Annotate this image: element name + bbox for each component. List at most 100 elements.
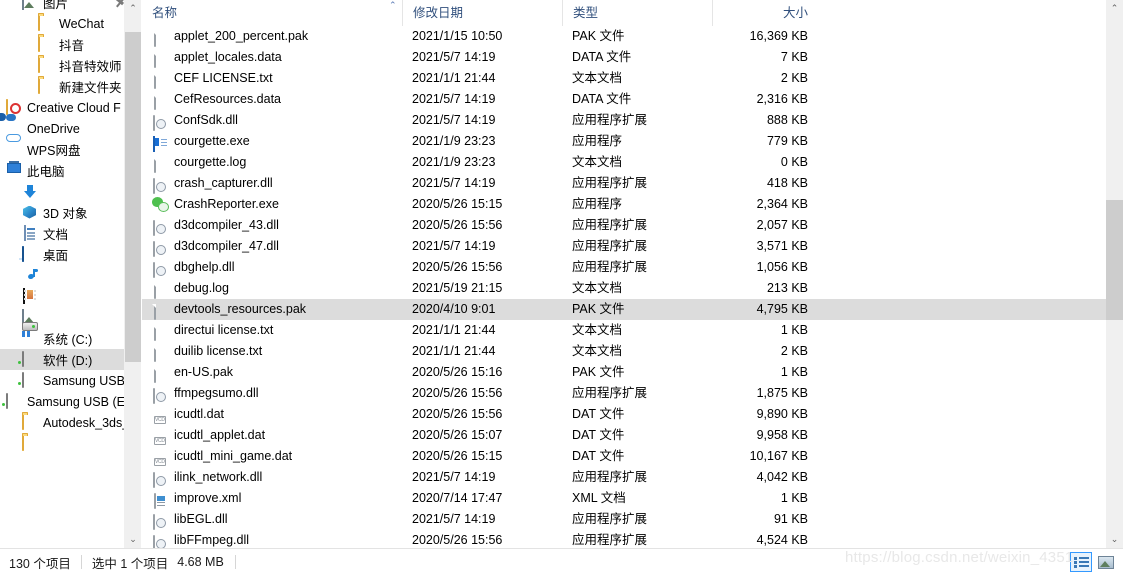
table-row[interactable]: libEGL.dll 2021/5/7 14:19 应用程序扩展 91 KB [142, 509, 1123, 530]
table-row[interactable]: courgette.log 2021/1/9 23:23 文本文档 0 KB [142, 152, 1123, 173]
nav-scroll-down-button[interactable]: ⌄ [125, 531, 141, 548]
file-name-cell[interactable]: ConfSdk.dll [142, 110, 402, 131]
file-name-cell[interactable]: libEGL.dll [142, 509, 402, 530]
table-row[interactable]: CefResources.data 2021/5/7 14:19 DATA 文件 2,… [142, 89, 1123, 110]
table-row[interactable]: applet_200_percent.pak 2021/1/15 10:50 PAK… [142, 26, 1123, 47]
file-list-pane[interactable]: 名称 修改日期 类型 大小 ⌃ applet_200_percent.pak 20… [141, 0, 1123, 548]
file-size-cell: 2,057 KB [756, 218, 808, 232]
table-row[interactable]: directui license.txt 2021/1/1 21:44 文本文档 1 … [142, 320, 1123, 341]
file-name-cell[interactable]: applet_200_percent.pak [142, 26, 402, 47]
table-row[interactable]: crash_capturer.dll 2021/5/7 14:19 应用程序扩展 41… [142, 173, 1123, 194]
table-row[interactable]: courgette.exe 2021/1/9 23:23 应用程序 779 KB [142, 131, 1123, 152]
sidebar-item-row3[interactable]: 抖音特效师 [0, 55, 141, 76]
list-scroll-thumb[interactable] [1106, 200, 1123, 320]
nav-scroll-thumb[interactable] [125, 32, 141, 362]
nav-scroll-up-button[interactable]: ⌃ [125, 0, 141, 17]
navigation-scrollbar[interactable]: ⌃ ⌄ [124, 0, 141, 548]
file-name-cell[interactable]: ffmpegsumo.dll [142, 383, 402, 404]
view-buttons-group[interactable] [1070, 552, 1117, 572]
file-list[interactable]: applet_200_percent.pak 2021/1/15 10:50 PAK… [142, 26, 1123, 548]
file-name-cell[interactable]: CEF LICENSE.txt [142, 68, 402, 89]
sidebar-item-wps[interactable]: WPS网盘 [0, 133, 141, 160]
file-name-cell[interactable]: d3dcompiler_47.dll [142, 236, 402, 257]
table-row[interactable]: VCD icudtl_mini_game.dat 2020/5/26 15:15 DA… [142, 446, 1123, 467]
file-date-cell: 2020/5/26 15:56 [412, 260, 503, 274]
sidebar-item-3d[interactable]: 3D 对象 [0, 202, 141, 223]
file-name-cell[interactable]: improve.xml [142, 488, 402, 509]
details-view-button[interactable] [1070, 552, 1092, 572]
column-header-name[interactable]: 名称 [142, 0, 402, 26]
file-name-cell[interactable]: CefResources.data [142, 89, 402, 110]
table-row[interactable]: ConfSdk.dll 2021/5/7 14:19 应用程序扩展 888 KB [142, 110, 1123, 131]
drive-icon [22, 371, 38, 389]
sidebar-item-creativecloudf[interactable]: Creative Cloud F [0, 97, 141, 118]
file-name-cell[interactable]: directui license.txt [142, 320, 402, 341]
sidebar-item-row13[interactable] [0, 265, 141, 286]
table-row[interactable]: d3dcompiler_47.dll 2021/5/7 14:19 应用程序扩展 3,… [142, 236, 1123, 257]
file-size-cell: 2,316 KB [756, 92, 808, 106]
sidebar-item-row0[interactable]: 图片 [0, 0, 141, 13]
column-header-date[interactable]: 修改日期 [402, 0, 562, 26]
file-name-cell[interactable]: d3dcompiler_43.dll [142, 215, 402, 236]
navigation-tree[interactable]: 图片 WeChat 抖音 抖音特效师 新建文件夹 Creative Cloud F OneD… [0, 0, 141, 454]
sidebar-item-row11[interactable]: 文档 [0, 223, 141, 244]
sidebar-item-row2[interactable]: 抖音 [0, 34, 141, 55]
dll-file-icon [152, 218, 168, 236]
file-name-cell[interactable]: dbghelp.dll [142, 257, 402, 278]
sidebar-item-autodesk_3ds_[interactable]: Autodesk_3ds_ [0, 412, 141, 433]
sidebar-item-row12[interactable]: 桌面 [0, 244, 141, 265]
data-file-icon [152, 50, 168, 68]
sidebar-item-row8[interactable]: 此电脑 [0, 160, 141, 181]
column-header-type[interactable]: 类型 [562, 0, 712, 26]
dll-file-icon [152, 239, 168, 257]
file-name-cell[interactable]: applet_locales.data [142, 47, 402, 68]
large-icons-view-button[interactable] [1095, 552, 1117, 572]
table-row[interactable]: VCD icudtl_applet.dat 2020/5/26 15:07 DAT 文… [142, 425, 1123, 446]
table-row[interactable]: duilib license.txt 2021/1/1 21:44 文本文档 2 KB [142, 341, 1123, 362]
file-name-cell[interactable]: crash_capturer.dll [142, 173, 402, 194]
file-name-cell[interactable]: libFFmpeg.dll [142, 530, 402, 548]
file-name-cell[interactable]: ilink_network.dll [142, 467, 402, 488]
list-scroll-down-button[interactable]: ⌄ [1106, 531, 1123, 548]
column-header-size[interactable]: 大小 [712, 0, 822, 26]
sidebar-item-row9[interactable] [0, 181, 141, 202]
file-name-cell[interactable]: courgette.log [142, 152, 402, 173]
sidebar-item-wechat[interactable]: WeChat [0, 13, 141, 34]
file-size-cell: 0 KB [780, 155, 808, 169]
table-row[interactable]: libFFmpeg.dll 2020/5/26 15:56 应用程序扩展 4,524 … [142, 530, 1123, 548]
sidebar-item-row21[interactable] [0, 433, 141, 454]
file-name-cell[interactable]: CrashReporter.exe [142, 194, 402, 215]
file-name-cell[interactable]: VCD icudtl_applet.dat [142, 425, 402, 446]
sidebar-item-c[interactable]: 系统 (C:) [0, 321, 141, 349]
sidebar-item-row4[interactable]: 新建文件夹 [0, 76, 141, 97]
file-name-cell[interactable]: en-US.pak [142, 362, 402, 383]
file-type-cell: 文本文档 [572, 281, 623, 295]
table-row[interactable]: dbghelp.dll 2020/5/26 15:56 应用程序扩展 1,056 KB [142, 257, 1123, 278]
table-row[interactable]: debug.log 2021/5/19 21:15 文本文档 213 KB [142, 278, 1123, 299]
table-row[interactable]: en-US.pak 2020/5/26 15:16 PAK 文件 1 KB [142, 362, 1123, 383]
list-scroll-up-button[interactable]: ⌃ [1106, 0, 1123, 17]
sidebar-item-d[interactable]: 软件 (D:) [0, 349, 141, 370]
file-name-cell[interactable]: duilib license.txt [142, 341, 402, 362]
sidebar-item-samsungusb[interactable]: Samsung USB [0, 370, 141, 391]
table-row[interactable]: ffmpegsumo.dll 2020/5/26 15:56 应用程序扩展 1,875… [142, 383, 1123, 404]
file-name-label: ffmpegsumo.dll [174, 386, 259, 400]
file-name-cell[interactable]: debug.log [142, 278, 402, 299]
table-row[interactable]: CEF LICENSE.txt 2021/1/1 21:44 文本文档 2 KB [142, 68, 1123, 89]
table-row[interactable]: d3dcompiler_43.dll 2020/5/26 15:56 应用程序扩展 2… [142, 215, 1123, 236]
file-name-cell[interactable]: courgette.exe [142, 131, 402, 152]
navigation-pane[interactable]: 图片 WeChat 抖音 抖音特效师 新建文件夹 Creative Cloud F OneD… [0, 0, 141, 548]
file-name-cell[interactable]: devtools_resources.pak [142, 299, 402, 320]
table-row[interactable]: improve.xml 2020/7/14 17:47 XML 文档 1 KB [142, 488, 1123, 509]
file-name-cell[interactable]: VCD icudtl_mini_game.dat [142, 446, 402, 467]
file-list-scrollbar[interactable]: ⌃ ⌄ [1106, 0, 1123, 548]
table-row[interactable]: CrashReporter.exe 2020/5/26 15:15 应用程序 2,36… [142, 194, 1123, 215]
sidebar-item-samsungusbe[interactable]: Samsung USB (E [0, 391, 141, 412]
table-row[interactable]: devtools_resources.pak 2020/4/10 9:01 PAK … [142, 299, 1123, 320]
file-name-cell[interactable]: VCD icudtl.dat [142, 404, 402, 425]
table-row[interactable]: VCD icudtl.dat 2020/5/26 15:56 DAT 文件 9,890 … [142, 404, 1123, 425]
sidebar-item-row14[interactable] [0, 286, 141, 307]
sidebar-item-onedrive[interactable]: OneDrive [0, 112, 141, 139]
table-row[interactable]: applet_locales.data 2021/5/7 14:19 DATA 文件… [142, 47, 1123, 68]
table-row[interactable]: ilink_network.dll 2021/5/7 14:19 应用程序扩展 4,0… [142, 467, 1123, 488]
